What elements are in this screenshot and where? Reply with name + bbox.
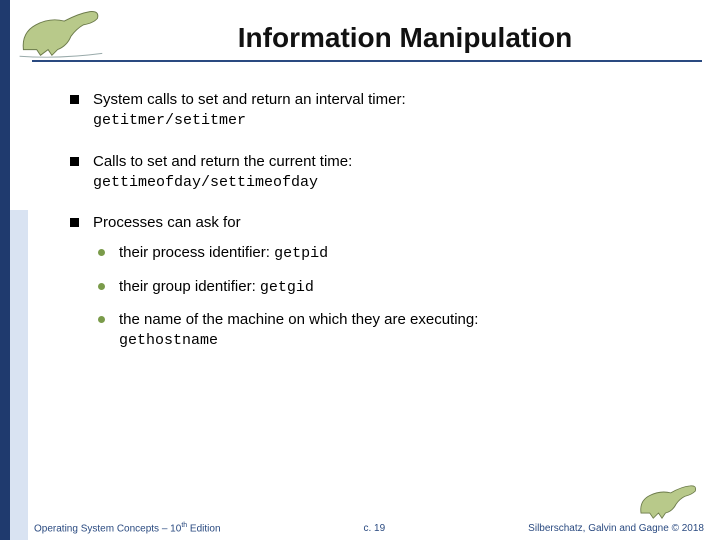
sub-bullet-code: getpid [274,245,328,262]
sub-bullet-label: the name of the machine on which they ar… [119,311,478,328]
dot-bullet-icon [98,249,105,256]
bullet-label: Calls to set and return the current time… [93,153,352,170]
sidebar-stripe-dark [0,0,10,540]
bullet-code: gettimeofday/settimeofday [93,174,318,191]
footer-left-text: Operating System Concepts – 10 [34,523,181,534]
square-bullet-icon [70,218,79,227]
sub-bullet-text: their group identifier: getgid [119,277,314,298]
bullet-text: Calls to set and return the current time… [93,152,352,194]
bullet-label: Processes can ask for [93,214,241,231]
bullet-item: Calls to set and return the current time… [70,152,690,194]
sub-bullet-text: the name of the machine on which they ar… [119,310,478,352]
square-bullet-icon [70,157,79,166]
sidebar-stripe-light [10,210,28,540]
footer-left-text-b: Edition [187,523,220,534]
content-area: System calls to set and return an interv… [70,90,690,363]
page-title: Information Manipulation [120,22,690,54]
footer-page-number: c. 19 [364,523,386,534]
bullet-text: System calls to set and return an interv… [93,90,406,132]
bullet-code: getitmer/setitmer [93,112,246,129]
title-underline [32,60,702,62]
bullet-item: Processes can ask for [70,213,690,233]
dot-bullet-icon [98,316,105,323]
bullet-text: Processes can ask for [93,213,241,233]
sub-bullet-item: their group identifier: getgid [98,277,690,298]
sub-bullet-item: the name of the machine on which they ar… [98,310,690,352]
left-sidebar [0,0,28,540]
footer-copyright: Silberschatz, Galvin and Gagne © 2018 [528,523,704,534]
dinosaur-icon [12,4,107,59]
sub-bullet-code: getgid [260,279,314,296]
dinosaur-icon-small [634,478,704,518]
square-bullet-icon [70,95,79,104]
sub-bullet-label: their process identifier: [119,244,274,261]
footer-left: Operating System Concepts – 10th Edition [34,522,221,534]
sub-bullet-item: their process identifier: getpid [98,243,690,264]
sub-bullet-text: their process identifier: getpid [119,243,328,264]
bullet-item: System calls to set and return an interv… [70,90,690,132]
dot-bullet-icon [98,283,105,290]
footer: Operating System Concepts – 10th Edition… [34,522,704,534]
sub-bullet-code: gethostname [119,332,218,349]
sub-bullet-label: their group identifier: [119,278,260,295]
bullet-label: System calls to set and return an interv… [93,91,406,108]
